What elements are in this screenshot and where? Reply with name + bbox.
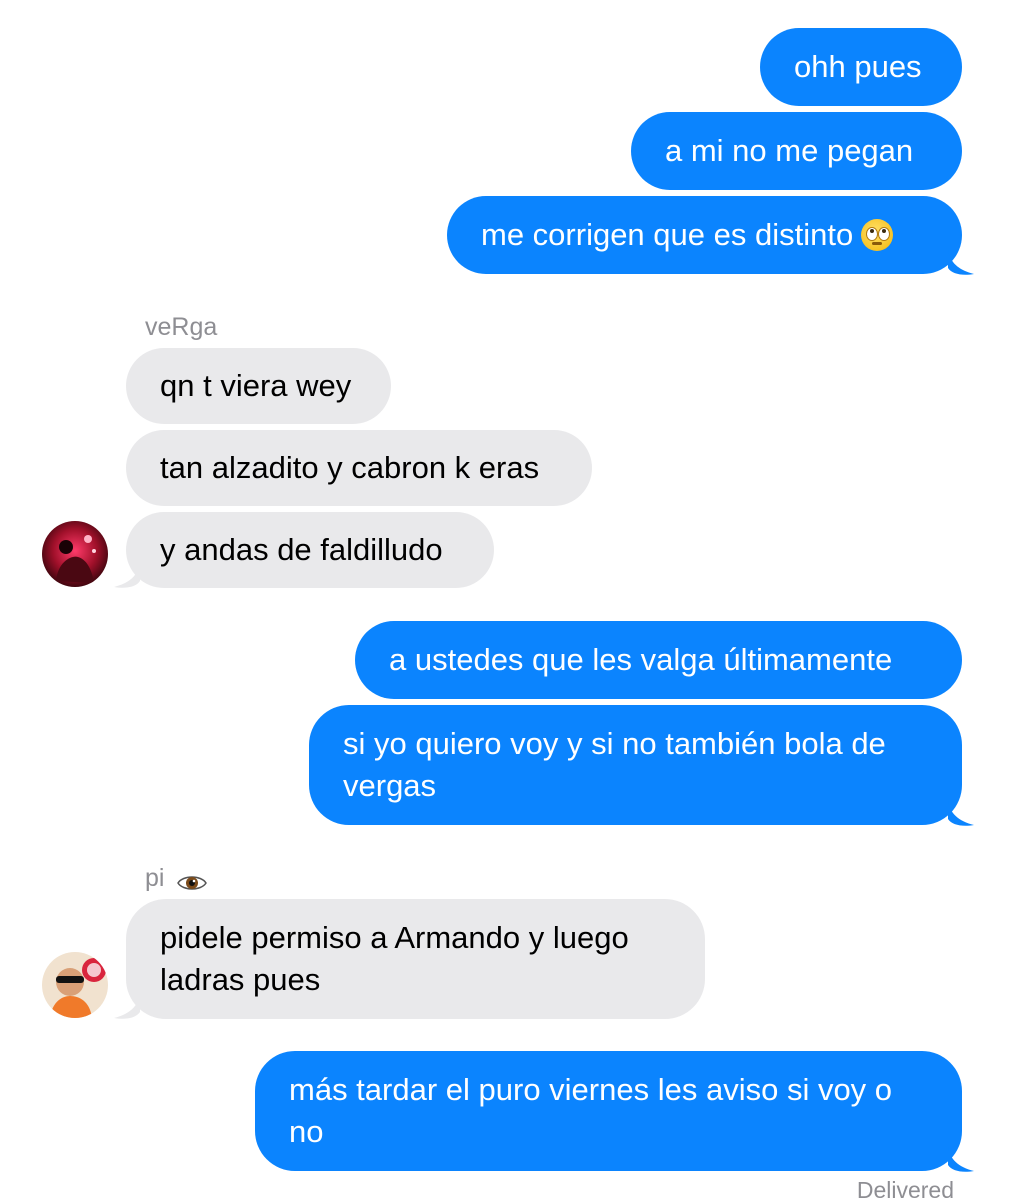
bubble-tail-icon: [948, 801, 974, 826]
sender-name-text: pi: [145, 864, 165, 892]
message-text: me corrigen que es distinto: [481, 217, 854, 252]
bubble-tail-icon: [948, 1147, 974, 1172]
sender-name: veRga: [145, 313, 218, 341]
message-bubble-outgoing[interactable]: a ustedes que les valga últimamente: [355, 621, 962, 699]
bubble-tail-icon: [114, 994, 140, 1019]
message-bubble-outgoing[interactable]: ohh pues: [760, 28, 962, 106]
eye-icon: [177, 870, 208, 891]
message-text: ohh pues: [794, 49, 922, 84]
message-bubble-incoming[interactable]: pidele permiso a Armando y luego ladras …: [126, 899, 705, 1019]
message-bubble-outgoing[interactable]: me corrigen que es distinto: [447, 196, 962, 274]
message-bubble-outgoing[interactable]: a mi no me pegan: [631, 112, 962, 190]
message-bubble-incoming[interactable]: y andas de faldilludo: [126, 512, 494, 588]
message-bubble-outgoing[interactable]: más tardar el puro viernes les aviso si …: [255, 1051, 962, 1171]
message-text: a ustedes que les valga últimamente: [389, 642, 893, 677]
message-text: a mi no me pegan: [665, 133, 914, 168]
face-with-rolling-eyes-icon: [861, 219, 894, 251]
message-bubble-incoming[interactable]: qn t viera wey: [126, 348, 391, 424]
message-text: y andas de faldilludo: [160, 532, 443, 567]
avatar[interactable]: [42, 521, 108, 587]
message-bubble-incoming[interactable]: tan alzadito y cabron k eras: [126, 430, 592, 506]
avatar-pi-icon: [42, 952, 108, 1018]
message-text: pidele permiso a Armando y luego ladras …: [160, 920, 629, 997]
message-text: qn t viera wey: [160, 368, 352, 403]
avatar[interactable]: [42, 952, 108, 1018]
message-text: si yo quiero voy y si no también bola de…: [343, 726, 886, 803]
avatar-verga-icon: [42, 521, 108, 587]
bubble-tail-icon: [948, 250, 974, 275]
message-text: más tardar el puro viernes les aviso si …: [289, 1072, 893, 1149]
bubble-tail-icon: [114, 563, 140, 588]
sender-name: pi: [145, 863, 208, 893]
message-bubble-outgoing[interactable]: si yo quiero voy y si no también bola de…: [309, 705, 962, 825]
message-text: tan alzadito y cabron k eras: [160, 450, 540, 485]
